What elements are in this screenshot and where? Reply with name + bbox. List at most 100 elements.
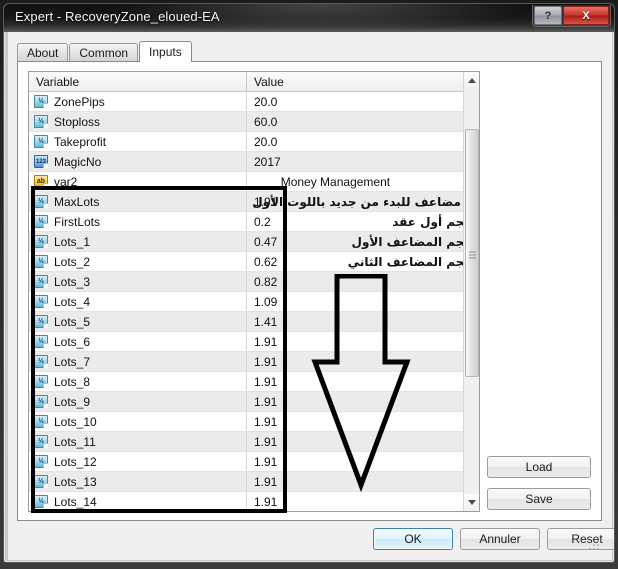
inputs-tab-page: Variable Value ½ ZonePips 20.0 ½ Stoploss 60.…	[17, 61, 602, 521]
cell-variable[interactable]: 123 MagicNo	[29, 152, 247, 171]
cell-variable[interactable]: ½ Lots_11	[29, 432, 247, 451]
chevron-down-icon	[468, 500, 476, 505]
cell-variable[interactable]: ½ Lots_5	[29, 312, 247, 331]
table-row[interactable]: ½ Takeprofit 20.0	[29, 132, 479, 152]
tab-inputs[interactable]: Inputs	[139, 41, 192, 62]
variable-name: Lots_11	[54, 434, 96, 449]
screenshot-root: Expert - RecoveryZone_eloued-EA ? X Abou…	[0, 0, 618, 569]
cell-variable[interactable]: ab var2	[29, 172, 247, 191]
cell-variable[interactable]: ½ Lots_13	[29, 472, 247, 491]
double-type-icon: ½	[34, 115, 48, 128]
cell-value[interactable]: 1.91	[247, 472, 479, 491]
cell-value[interactable]: 1.91	[247, 332, 479, 351]
column-header-variable[interactable]: Variable	[29, 72, 247, 91]
table-row[interactable]: ½ Lots_13 1.91	[29, 472, 479, 492]
cell-value[interactable]: 20.0	[247, 132, 479, 151]
table-row[interactable]: ½ Lots_7 1.91	[29, 352, 479, 372]
cell-value[interactable]: 0.47 حجم المضاعف الأول	[247, 232, 479, 251]
cell-variable[interactable]: ½ Lots_4	[29, 292, 247, 311]
variable-value: 1.91	[254, 434, 278, 449]
cell-value[interactable]: 20.0	[247, 92, 479, 111]
cell-value[interactable]: ____Money Management	[247, 172, 479, 191]
cell-variable[interactable]: ½ Lots_9	[29, 392, 247, 411]
tab-about[interactable]: About	[17, 43, 69, 62]
cell-value[interactable]: 1.91	[247, 352, 479, 371]
cell-value[interactable]: 1.91	[247, 492, 479, 511]
variable-value: 2017	[254, 154, 281, 169]
double-type-icon: ½	[34, 295, 48, 308]
table-row[interactable]: ½ Lots_2 0.62 حجم المضاعف الثاني	[29, 252, 479, 272]
cell-value[interactable]: 1.91	[247, 412, 479, 431]
table-row[interactable]: ½ Lots_14 1.91	[29, 492, 479, 511]
cell-variable[interactable]: ½ Lots_12	[29, 452, 247, 471]
table-row[interactable]: ½ Lots_1 0.47 حجم المضاعف الأول	[29, 232, 479, 252]
close-button[interactable]: X	[563, 6, 609, 25]
scroll-down-button[interactable]	[464, 494, 479, 511]
cell-variable[interactable]: ½ Lots_3	[29, 272, 247, 291]
table-row[interactable]: ½ Lots_6 1.91	[29, 332, 479, 352]
cell-value[interactable]: 1.09	[247, 292, 479, 311]
ok-button[interactable]: OK	[373, 528, 453, 550]
table-row[interactable]: ½ Lots_9 1.91	[29, 392, 479, 412]
cell-variable[interactable]: ½ Lots_2	[29, 252, 247, 271]
cell-value[interactable]: 1.91	[247, 392, 479, 411]
table-row[interactable]: ½ ZonePips 20.0	[29, 92, 479, 112]
table-row[interactable]: ½ Lots_10 1.91	[29, 412, 479, 432]
cell-value[interactable]: 1.91 أقصى مضاعف للبدء من جديد باللوت الأو…	[247, 192, 479, 211]
cell-value[interactable]: 1.91	[247, 432, 479, 451]
table-row[interactable]: ½ Lots_11 1.91	[29, 432, 479, 452]
cell-value[interactable]: 1.41	[247, 312, 479, 331]
cell-value[interactable]: 2017	[247, 152, 479, 171]
table-row[interactable]: ab var2 ____Money Management	[29, 172, 479, 192]
cell-variable[interactable]: ½ Lots_6	[29, 332, 247, 351]
scroll-up-button[interactable]	[464, 72, 479, 89]
double-type-icon: ½	[34, 415, 48, 428]
column-header-value[interactable]: Value	[247, 72, 479, 91]
title-bar[interactable]: Expert - RecoveryZone_eloued-EA ? X	[4, 4, 614, 32]
cell-value[interactable]: 1.91	[247, 372, 479, 391]
table-row[interactable]: ½ Lots_4 1.09	[29, 292, 479, 312]
expert-properties-window: Expert - RecoveryZone_eloued-EA ? X Abou…	[3, 3, 615, 563]
cell-value[interactable]: 0.62 حجم المضاعف الثاني	[247, 252, 479, 271]
cell-variable[interactable]: ½ Lots_7	[29, 352, 247, 371]
cell-variable[interactable]: ½ Lots_14	[29, 492, 247, 511]
table-row[interactable]: ½ Lots_8 1.91	[29, 372, 479, 392]
cell-variable[interactable]: ½ Stoploss	[29, 112, 247, 131]
table-row[interactable]: ½ FirstLots 0.2 حجم أول عقد	[29, 212, 479, 232]
double-type-icon: ½	[34, 475, 48, 488]
table-row[interactable]: ½ MaxLots 1.91 أقصى مضاعف للبدء من جديد بال…	[29, 192, 479, 212]
cell-variable[interactable]: ½ Lots_10	[29, 412, 247, 431]
help-button[interactable]: ?	[534, 6, 562, 25]
reset-button[interactable]: Reset	[547, 528, 614, 550]
table-row[interactable]: ½ Stoploss 60.0	[29, 112, 479, 132]
table-row[interactable]: 123 MagicNo 2017	[29, 152, 479, 172]
table-row[interactable]: ½ Lots_5 1.41	[29, 312, 479, 332]
tab-common[interactable]: Common	[69, 43, 139, 62]
scrollbar-grip-icon	[469, 250, 476, 259]
variable-name: Takeprofit	[54, 134, 107, 149]
table-row[interactable]: ½ Lots_12 1.91	[29, 452, 479, 472]
scrollbar-thumb[interactable]	[465, 129, 479, 377]
cell-variable[interactable]: ½ FirstLots	[29, 212, 247, 231]
variable-value: 1.91	[254, 454, 278, 469]
variable-value: 1.91	[254, 334, 278, 349]
variable-value: 60.0	[254, 114, 278, 129]
cell-value[interactable]: 1.91	[247, 452, 479, 471]
cell-variable[interactable]: ½ MaxLots	[29, 192, 247, 211]
load-button[interactable]: Load	[487, 456, 591, 478]
cell-variable[interactable]: ½ Lots_1	[29, 232, 247, 251]
table-row[interactable]: ½ Lots_3 0.82	[29, 272, 479, 292]
cancel-button[interactable]: Annuler	[460, 528, 540, 550]
double-type-icon: ½	[34, 395, 48, 408]
cell-value[interactable]: 60.0	[247, 112, 479, 131]
cell-variable[interactable]: ½ ZonePips	[29, 92, 247, 111]
cell-variable[interactable]: ½ Lots_8	[29, 372, 247, 391]
save-button[interactable]: Save	[487, 488, 591, 510]
variable-value: ____Money Management	[254, 174, 391, 189]
cell-value[interactable]: 0.2 حجم أول عقد	[247, 212, 479, 231]
variable-value: 1.91	[254, 494, 278, 509]
cell-variable[interactable]: ½ Takeprofit	[29, 132, 247, 151]
grid-vertical-scrollbar[interactable]	[463, 72, 479, 511]
cell-value[interactable]: 0.82	[247, 272, 479, 291]
resize-grip-icon[interactable]	[587, 538, 599, 550]
